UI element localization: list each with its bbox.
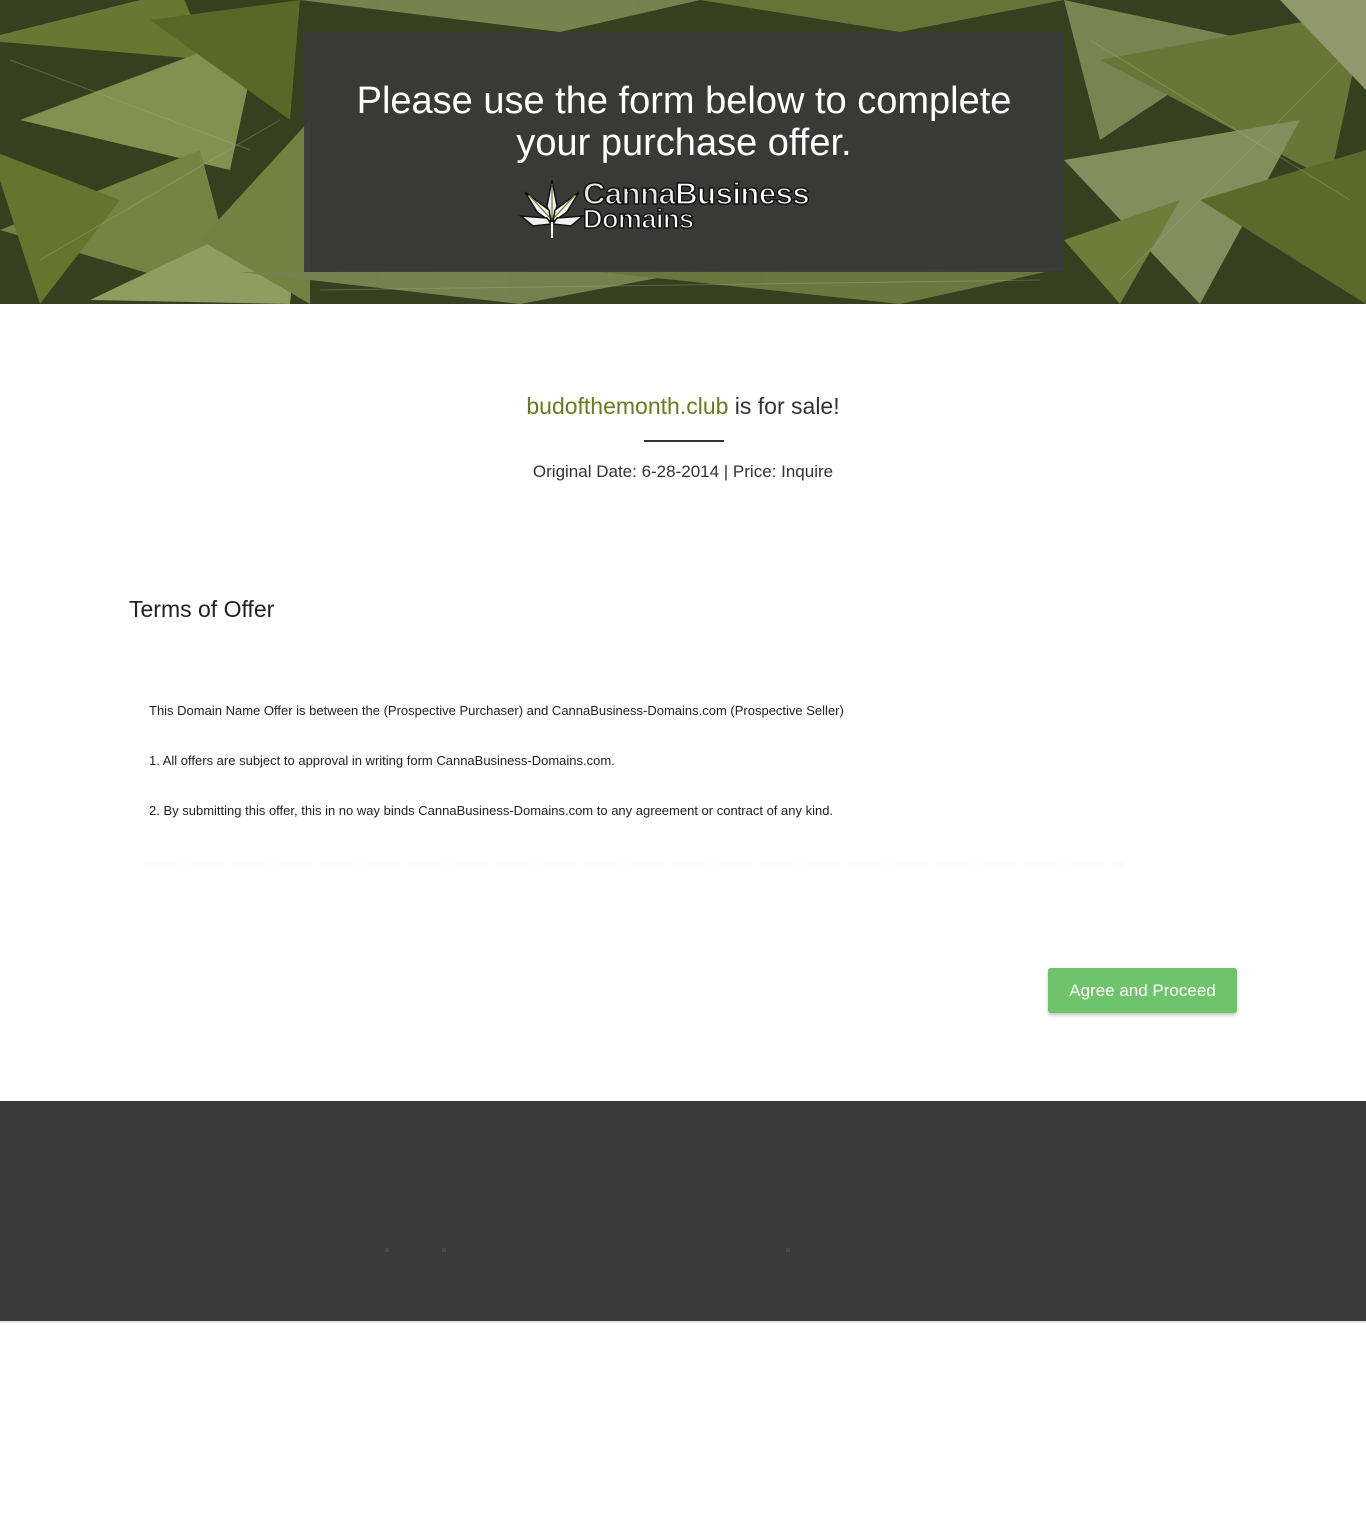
- hero-overlay-box: Please use the form below to complete yo…: [304, 32, 1064, 272]
- hero-heading: Please use the form below to complete yo…: [356, 80, 1012, 164]
- footer-bottom-border: [0, 1321, 1366, 1323]
- sale-title: budofthemonth.club is for sale!: [0, 393, 1366, 420]
- title-divider: [644, 440, 724, 442]
- terms-intro: This Domain Name Offer is between the (P…: [149, 703, 844, 718]
- hero-banner: Please use the form below to complete yo…: [0, 0, 1366, 304]
- site-logo[interactable]: CannaBusiness Domains: [519, 174, 849, 244]
- domain-name: budofthemonth.club: [526, 393, 729, 419]
- terms-title: Terms of Offer: [129, 596, 275, 622]
- terms-fade-overlay: [129, 852, 1237, 894]
- cannabis-leaf-icon: [519, 179, 585, 238]
- main-content: budofthemonth.club is for sale! Original…: [0, 304, 1366, 1101]
- agree-and-proceed-button[interactable]: Agree and Proceed: [1048, 968, 1237, 1013]
- footer-mark: [385, 1248, 389, 1252]
- logo-wordmark-bottom: Domains: [582, 203, 695, 235]
- footer-mark: [786, 1248, 790, 1252]
- sale-suffix: is for sale!: [728, 393, 840, 419]
- listing-meta: Original Date: 6-28-2014 | Price: Inquir…: [532, 462, 834, 481]
- terms-scroll-area[interactable]: This Domain Name Offer is between the (P…: [129, 674, 1237, 894]
- terms-item-2: 2. By submitting this offer, this in no …: [149, 803, 834, 818]
- footer: [0, 1101, 1366, 1321]
- terms-item-1: 1. All offers are subject to approval in…: [149, 753, 615, 768]
- footer-mark: [442, 1248, 446, 1252]
